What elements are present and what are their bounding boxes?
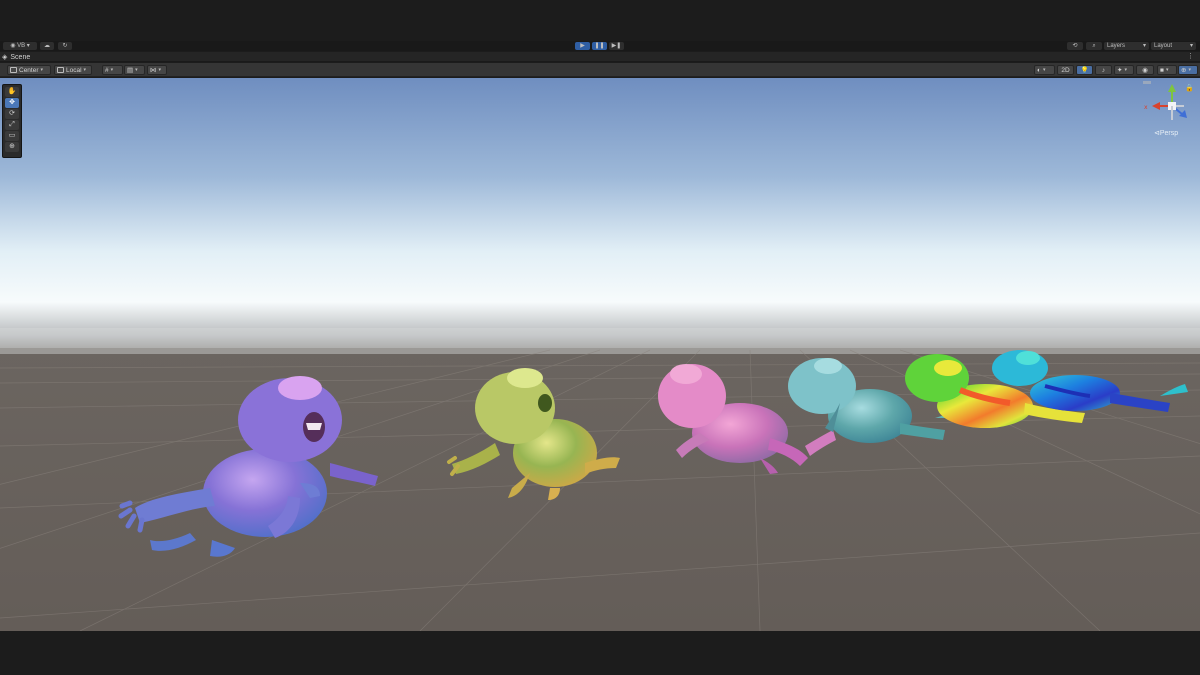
persp-label: Persp: [1159, 130, 1179, 137]
scene-render: [0, 78, 1200, 631]
chevron-down-icon: ▾: [158, 67, 162, 73]
hand-tool[interactable]: ✋: [5, 87, 19, 97]
move-tool[interactable]: ✥: [5, 98, 19, 108]
grid-snap-button[interactable]: # ▾: [102, 65, 123, 75]
scene-tabbar: ◈ Scene ⋮: [0, 52, 1200, 62]
layout-dropdown[interactable]: Layout ▾: [1151, 42, 1196, 50]
chevron-down-icon: ▾: [1165, 67, 1169, 73]
chevron-down-icon: ▾: [135, 67, 138, 73]
cloud-button[interactable]: ☁: [40, 42, 54, 50]
cloud-icon: ☁: [44, 43, 50, 49]
align-button[interactable]: ⋈ ▾: [147, 65, 167, 75]
gizmo-x-label: x: [1144, 104, 1148, 111]
shading-mode-icon: ◐: [1037, 66, 1041, 74]
tools-overlay: ✋ ✥ ⟳ ⤢ ▭ ⊕: [2, 84, 22, 158]
account-dropdown[interactable]: ◉ VB ▾: [3, 42, 37, 50]
space-label: Local: [66, 66, 82, 74]
chevron-down-icon: ▾: [1124, 67, 1127, 73]
move-icon: ✥: [9, 99, 15, 106]
scale-icon: ⤢: [9, 121, 15, 128]
pause-icon: ❚❚: [594, 43, 605, 49]
ground-plane: [0, 348, 1200, 631]
effects-icon: ✦: [1117, 67, 1123, 74]
align-icon: ⋈: [150, 67, 157, 74]
camera-settings-dropdown[interactable]: ■ ▾: [1157, 65, 1177, 75]
effects-dropdown[interactable]: ✦ ▾: [1114, 65, 1134, 75]
pause-button[interactable]: ❚❚: [592, 42, 607, 50]
kebab-menu-icon[interactable]: ⋮: [1187, 52, 1194, 60]
scene-tab-label: Scene: [10, 53, 31, 61]
chevron-down-icon: ▾: [1188, 67, 1191, 73]
account-label: VB: [17, 43, 26, 49]
chevron-down-icon: ▾: [25, 43, 30, 49]
increment-snap-icon: ▤: [127, 67, 134, 74]
2d-mode-button[interactable]: 2D: [1057, 65, 1074, 75]
transform-icon: ⊕: [9, 143, 15, 150]
layout-label: Layout: [1154, 43, 1173, 49]
collab-button[interactable]: ↻: [58, 42, 72, 50]
chevron-down-icon: ▾: [40, 67, 44, 73]
gizmo-x-cone[interactable]: [1152, 102, 1160, 110]
local-space-icon: [57, 67, 64, 73]
audio-icon: ♪: [1101, 66, 1106, 74]
scene-toolbar: Center ▾ Local ▾ # ▾ ▤ ▾ ⋈ ▾ ◐ ▾ 2D 💡 ♪ …: [0, 63, 1200, 77]
chevron-down-icon: ▾: [83, 67, 87, 73]
transform-tool[interactable]: ⊕: [5, 142, 19, 152]
gizmo-y-cone[interactable]: [1168, 84, 1176, 92]
camera-icon: ■: [1160, 66, 1164, 74]
visibility-toggle[interactable]: ◉: [1136, 65, 1154, 75]
rect-tool[interactable]: ▭: [5, 131, 19, 141]
projection-toggle[interactable]: ⊲Persp: [1154, 129, 1178, 137]
layers-label: Layers: [1107, 43, 1126, 49]
2d-mode-label: 2D: [1061, 66, 1070, 74]
gizmos-icon: ⊕: [1181, 67, 1187, 74]
letterbox-bottom: [0, 631, 1200, 675]
visibility-icon: ◉: [1142, 67, 1148, 74]
letterbox-top: [0, 0, 1200, 41]
pivot-label: Center: [19, 66, 39, 74]
chevron-down-icon: ▾: [110, 67, 114, 73]
scale-tool[interactable]: ⤢: [5, 120, 19, 130]
step-button[interactable]: ▶❚: [609, 42, 624, 50]
tab-scene[interactable]: ◈ Scene: [2, 52, 30, 62]
lighting-icon: 💡: [1080, 67, 1089, 74]
sky: [0, 78, 1200, 358]
pivot-mode-dropdown[interactable]: Center ▾: [7, 65, 51, 75]
history-button[interactable]: ⟲: [1067, 42, 1083, 50]
account-icon: ◉: [10, 43, 18, 49]
chevron-down-icon: ▾: [1189, 43, 1193, 49]
chevron-down-icon: ▾: [1042, 67, 1046, 73]
lighting-toggle[interactable]: 💡: [1076, 65, 1093, 75]
gizmo-lock-bar: [1143, 81, 1151, 84]
pivot-space-dropdown[interactable]: Local ▾: [54, 65, 92, 75]
lock-icon[interactable]: 🔒: [1185, 84, 1194, 92]
scene-viewport[interactable]: [0, 78, 1200, 631]
hand-icon: ✋: [7, 88, 17, 95]
play-icon: ▶: [580, 43, 585, 49]
gizmos-dropdown[interactable]: ⊕ ▾: [1178, 65, 1198, 75]
grid-snap-icon: #: [105, 66, 109, 74]
rotate-icon: ⟳: [9, 110, 15, 117]
search-icon: ⌕: [1092, 43, 1096, 49]
history-icon: ⟲: [1072, 43, 1078, 49]
collab-icon: ↻: [62, 43, 68, 49]
play-button[interactable]: ▶: [575, 42, 590, 50]
increment-snap-button[interactable]: ▤ ▾: [124, 65, 145, 75]
audio-toggle[interactable]: ♪: [1095, 65, 1112, 75]
layers-dropdown[interactable]: Layers ▾: [1104, 42, 1149, 50]
search-button[interactable]: ⌕: [1086, 42, 1102, 50]
main-toolbar: ◉ VB ▾ ☁ ↻ ▶ ❚❚ ▶❚ ⟲ ⌕ Layers ▾ Layout ▾: [0, 41, 1200, 51]
gizmo-z-cone[interactable]: [1179, 110, 1187, 118]
pivot-icon: [10, 67, 17, 73]
rotate-tool[interactable]: ⟳: [5, 109, 19, 119]
shading-mode-button[interactable]: ◐ ▾: [1034, 65, 1055, 75]
chevron-down-icon: ▾: [1142, 43, 1146, 49]
rect-icon: ▭: [8, 132, 16, 139]
scene-icon: ◈: [2, 54, 8, 61]
step-icon: ▶❚: [611, 43, 622, 49]
